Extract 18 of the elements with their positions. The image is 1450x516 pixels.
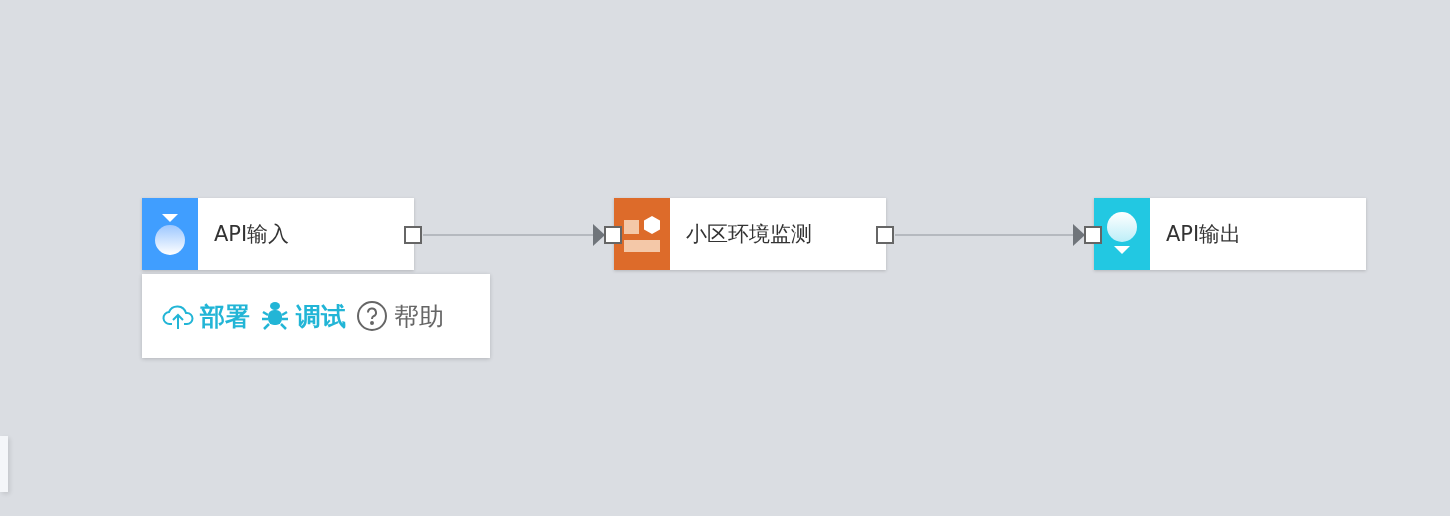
node-label: API输入 bbox=[214, 221, 290, 248]
flow-node[interactable]: API输入 bbox=[142, 198, 414, 270]
blocks-icon bbox=[623, 215, 661, 253]
cloud-upload-icon bbox=[162, 302, 194, 330]
node-label: 小区环境监测 bbox=[686, 221, 812, 248]
input-port[interactable] bbox=[1084, 226, 1102, 244]
drop-circle-icon bbox=[1107, 212, 1137, 256]
output-port[interactable] bbox=[876, 226, 894, 244]
node-label: API输出 bbox=[1166, 221, 1242, 248]
side-panel-edge bbox=[0, 436, 8, 492]
flow-node[interactable]: 小区环境监测 bbox=[614, 198, 886, 270]
bug-icon bbox=[260, 301, 290, 331]
help-button[interactable]: 帮助 bbox=[356, 299, 444, 333]
input-port[interactable] bbox=[604, 226, 622, 244]
drop-circle-icon bbox=[155, 212, 185, 256]
help-icon bbox=[356, 300, 388, 332]
output-port[interactable] bbox=[404, 226, 422, 244]
flow-node[interactable]: API输出 bbox=[1094, 198, 1366, 270]
